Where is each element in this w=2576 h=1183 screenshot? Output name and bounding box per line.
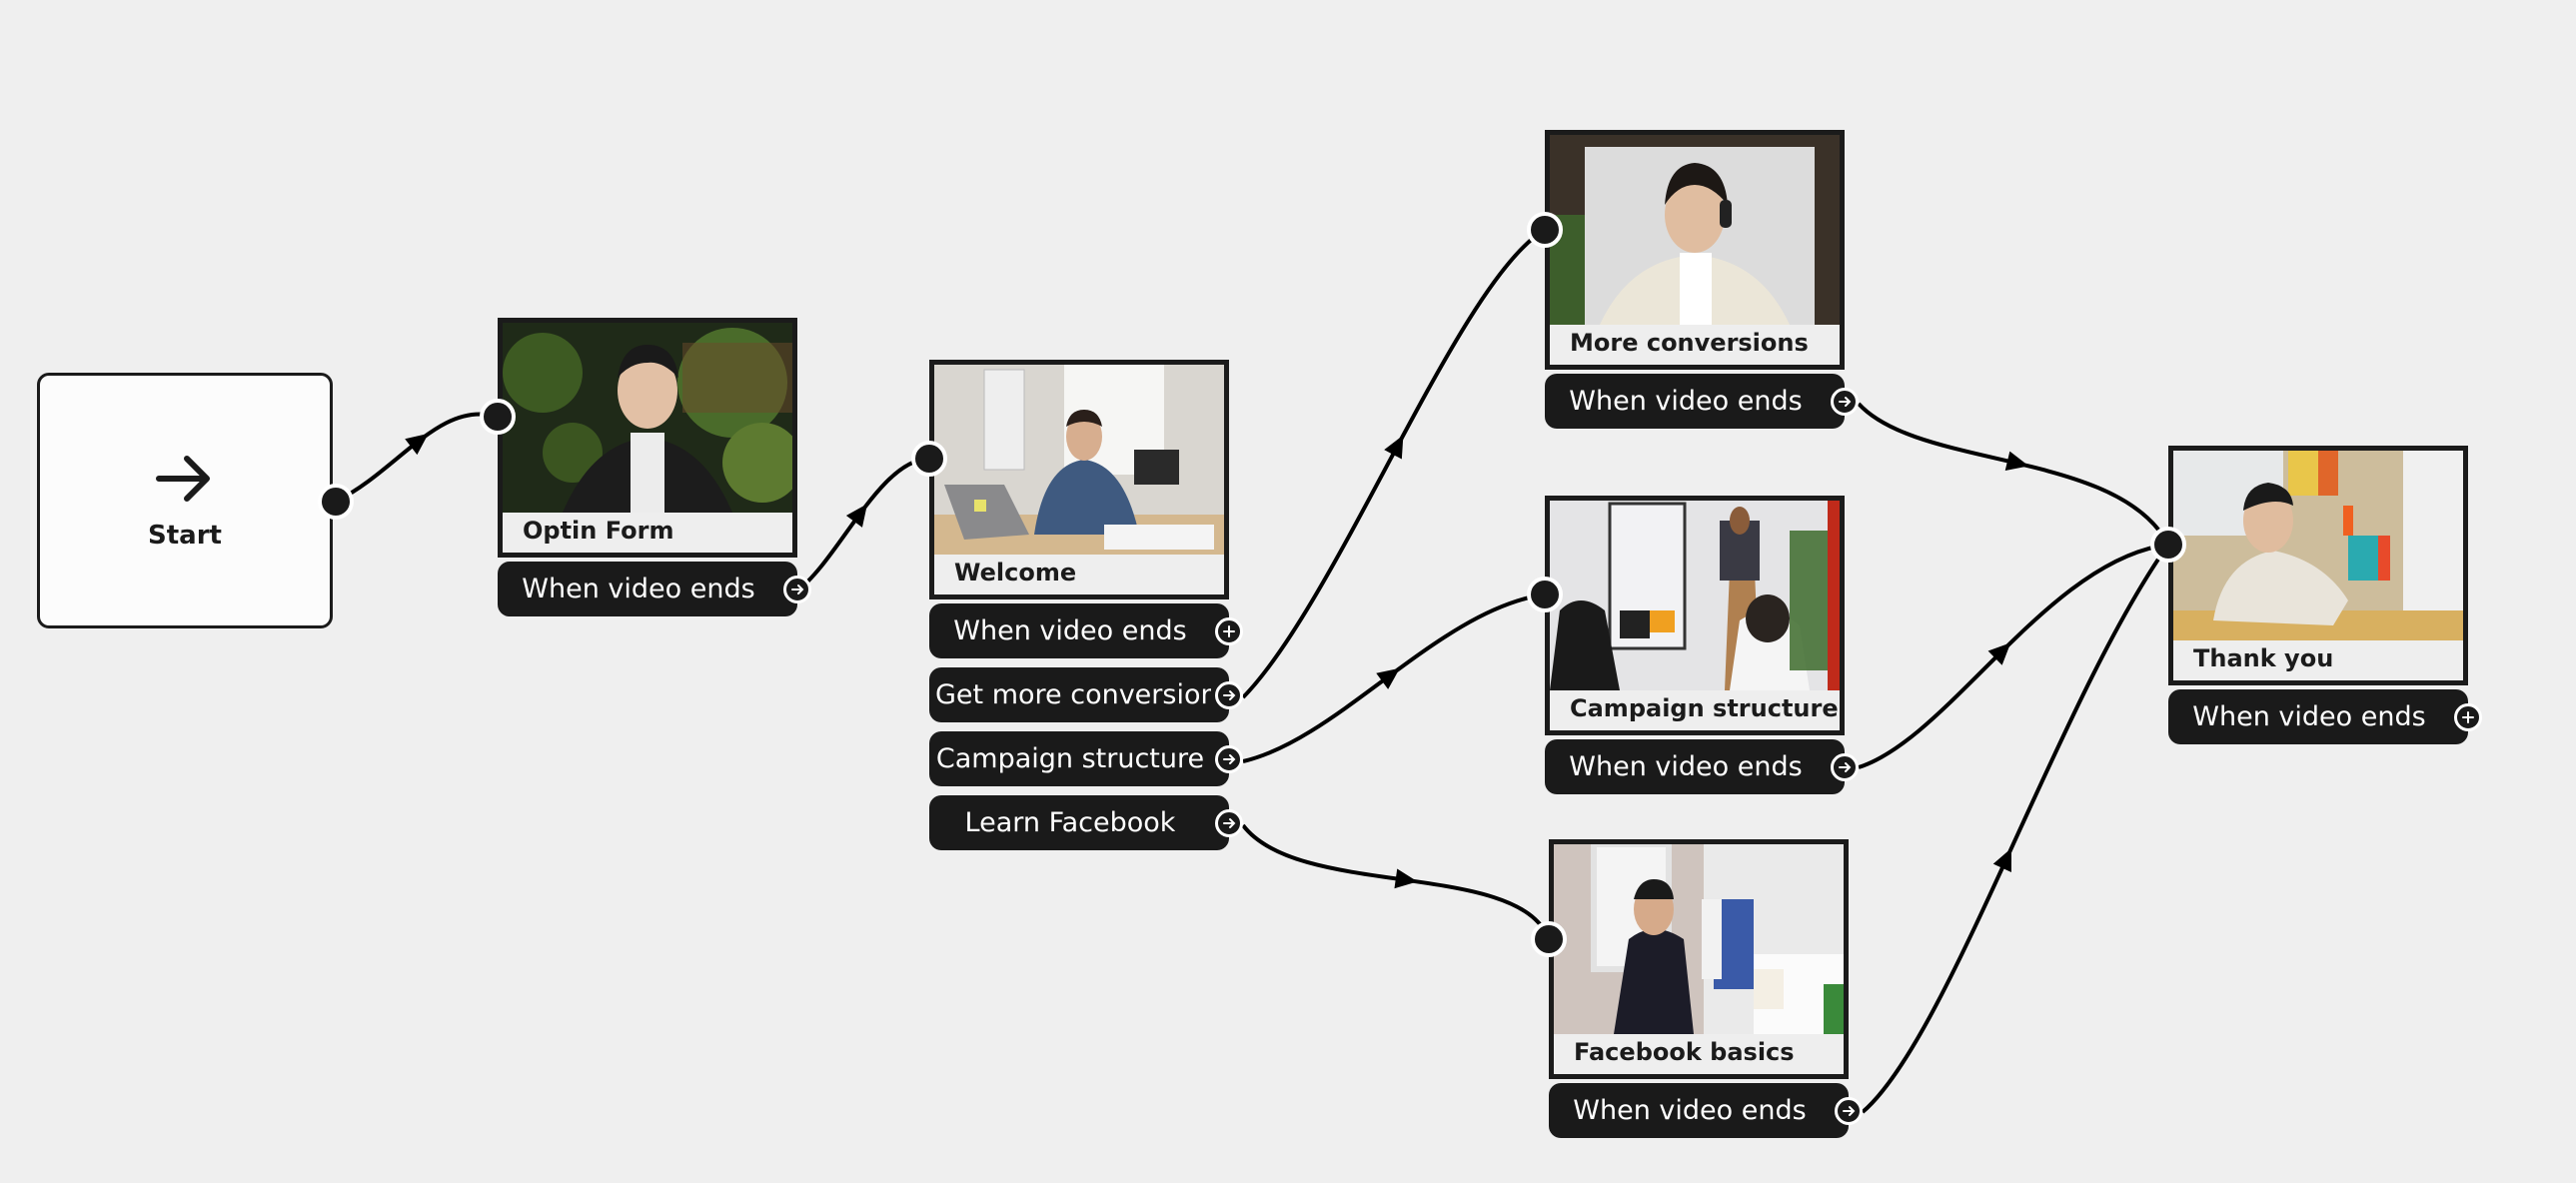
welcome-input-port[interactable]	[911, 441, 947, 477]
node-title: Welcome	[954, 559, 1077, 587]
arrow-right-circle-icon[interactable]	[1831, 387, 1859, 416]
action-label: When video ends	[1573, 1095, 1807, 1126]
edge-arrowhead-icon	[845, 504, 868, 528]
edge-arrowhead-icon	[405, 433, 429, 456]
arrow-right-circle-icon[interactable]	[1831, 752, 1859, 781]
node-title: Campaign structure	[1570, 694, 1839, 722]
arrow-right-icon	[156, 456, 210, 502]
action-button-optin-when-video-ends[interactable]: When video ends	[498, 562, 811, 616]
action-button-facebook-basics-when-video-ends[interactable]: When video ends	[1549, 1083, 1863, 1138]
thank-you-input-port[interactable]	[2150, 527, 2186, 563]
edge-connector[interactable]	[1857, 402, 2170, 546]
video-node-optin-form[interactable]: Optin Form	[498, 318, 797, 558]
arrow-right-circle-icon[interactable]	[1215, 744, 1243, 773]
arrow-right-circle-icon[interactable]	[1215, 680, 1243, 709]
action-label: When video ends	[1569, 751, 1803, 782]
edge-connector[interactable]	[335, 412, 499, 504]
video-thumbnail	[1550, 135, 1840, 325]
action-label: When video ends	[1569, 386, 1803, 417]
action-button-campaign-structure-when-video-ends[interactable]: When video ends	[1545, 739, 1859, 794]
node-title: More conversions	[1570, 329, 1809, 357]
edge-arrowhead-icon	[1384, 435, 1404, 460]
video-thumbnail	[503, 323, 792, 513]
campaign-structure-input-port[interactable]	[1527, 577, 1563, 612]
action-button-more-conversions-when-video-ends[interactable]: When video ends	[1545, 374, 1859, 429]
arrow-right-circle-icon[interactable]	[1835, 1096, 1863, 1125]
start-label: Start	[148, 521, 222, 551]
edge-connector[interactable]	[1241, 823, 1551, 940]
arrow-right-circle-icon[interactable]	[1215, 808, 1243, 837]
facebook-basics-input-port[interactable]	[1531, 921, 1567, 957]
more-conversions-input-port[interactable]	[1527, 212, 1563, 248]
action-button-welcome-get-more-conversions[interactable]: Get more conversions	[929, 667, 1243, 722]
edge-connector[interactable]	[1241, 228, 1547, 699]
action-button-welcome-when-video-ends[interactable]: When video ends	[929, 603, 1243, 658]
action-label: When video ends	[2192, 701, 2426, 732]
node-title: Optin Form	[523, 517, 674, 545]
edge-arrowhead-icon	[1376, 667, 1400, 689]
action-label: When video ends	[522, 574, 755, 604]
edge-connector[interactable]	[1242, 592, 1546, 763]
video-node-thank-you[interactable]: Thank you	[2168, 446, 2468, 685]
start-output-port[interactable]	[318, 484, 354, 520]
edge-connector[interactable]	[1858, 543, 2169, 769]
video-node-more-conversions[interactable]: More conversions	[1545, 130, 1845, 370]
video-node-campaign-structure[interactable]: Campaign structure	[1545, 496, 1845, 735]
action-label: Campaign structure	[935, 743, 1205, 774]
node-title: Thank you	[2193, 644, 2334, 672]
node-title: Facebook basics	[1574, 1038, 1795, 1066]
action-button-welcome-learn-facebook[interactable]: Learn Facebook	[929, 795, 1243, 850]
edge-connector[interactable]	[794, 457, 930, 593]
arrow-right-circle-icon[interactable]	[783, 575, 811, 603]
action-label: Learn Facebook	[964, 807, 1176, 838]
action-label: Get more conversions	[935, 679, 1211, 710]
plus-circle-icon[interactable]	[1215, 616, 1243, 645]
action-button-thank-you-when-video-ends[interactable]: When video ends	[2168, 689, 2482, 744]
video-thumbnail	[2173, 451, 2463, 640]
optin-input-port[interactable]	[480, 399, 516, 435]
action-label: When video ends	[953, 615, 1187, 646]
edge-arrowhead-icon	[1394, 868, 1418, 889]
video-thumbnail	[1554, 844, 1844, 1034]
start-node[interactable]: Start	[37, 373, 333, 628]
video-thumbnail	[1550, 501, 1840, 690]
edge-arrowhead-icon	[2004, 451, 2029, 472]
edge-arrowhead-icon	[1992, 847, 2011, 873]
edge-connector[interactable]	[1861, 543, 2170, 1114]
video-thumbnail	[934, 365, 1224, 555]
plus-circle-icon[interactable]	[2454, 702, 2482, 731]
video-node-welcome[interactable]: Welcome	[929, 360, 1229, 599]
action-button-welcome-campaign-structure[interactable]: Campaign structure	[929, 731, 1243, 786]
video-node-facebook-basics[interactable]: Facebook basics	[1549, 839, 1849, 1079]
edge-arrowhead-icon	[1987, 642, 2011, 665]
